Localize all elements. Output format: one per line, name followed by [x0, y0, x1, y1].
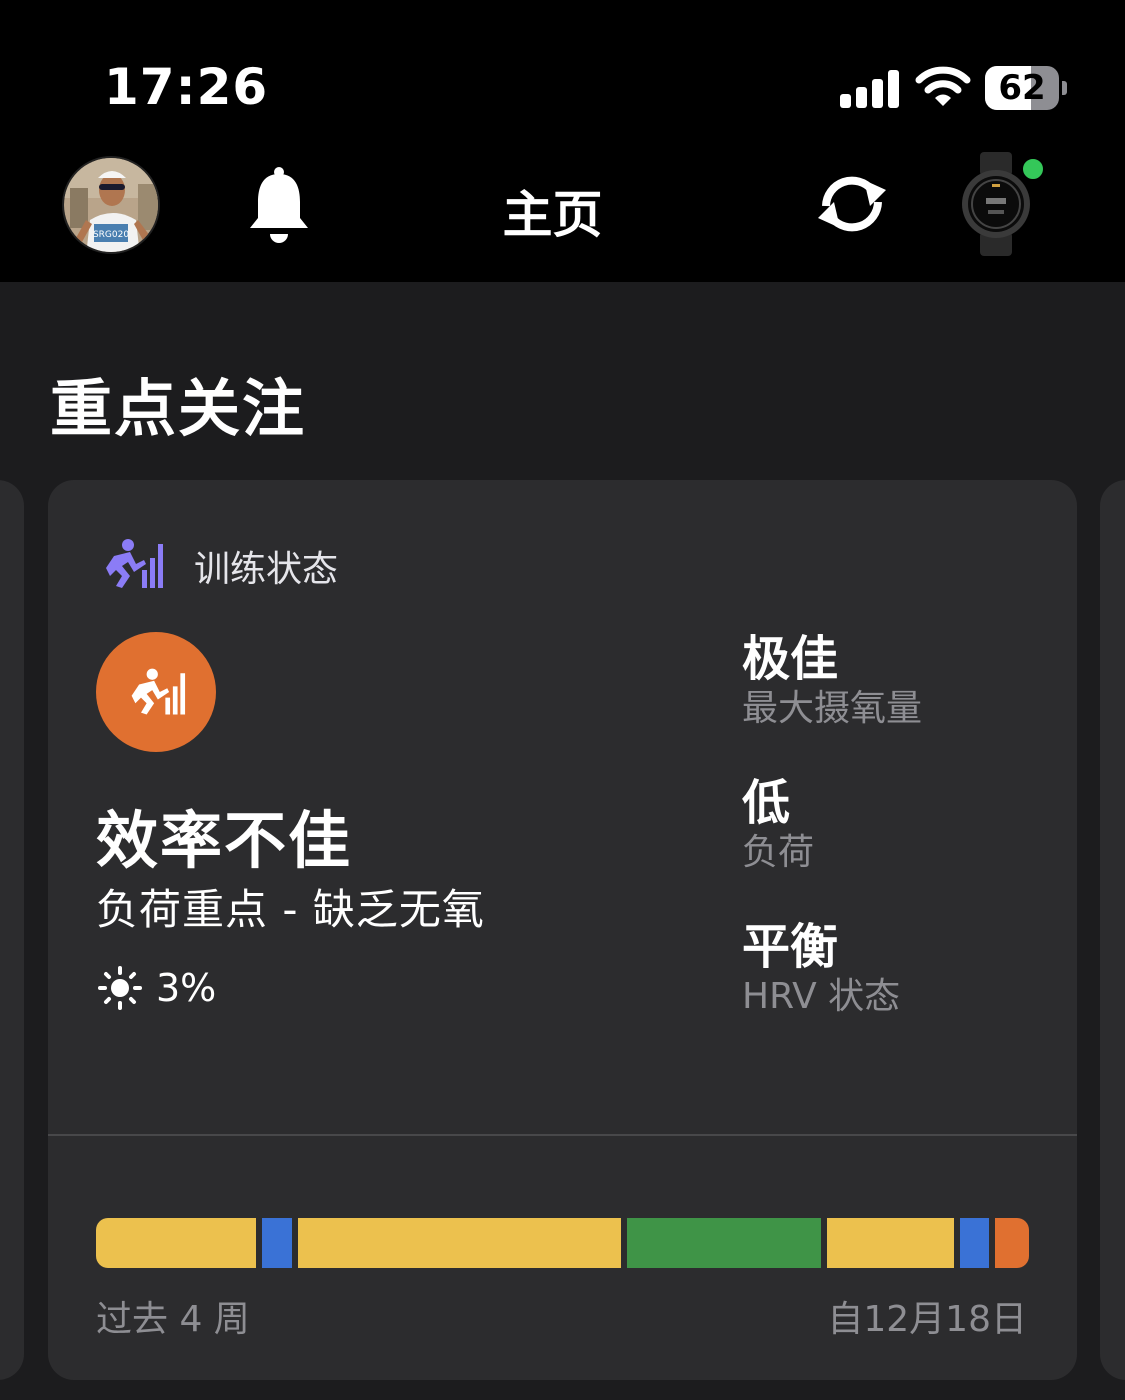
- top-bar: 17:26 62 SRG020 主页: [0, 0, 1125, 282]
- battery-level: 62: [998, 68, 1046, 108]
- previous-card-peek[interactable]: [0, 480, 24, 1380]
- metric-value: 极佳: [742, 631, 839, 687]
- timeline-start-label: 过去 4 周: [96, 1299, 250, 1340]
- status-time: 17:26: [104, 58, 269, 116]
- sync-icon[interactable]: [810, 168, 894, 240]
- svg-text:SRG020: SRG020: [93, 230, 129, 240]
- cellular-signal-icon: [840, 70, 902, 108]
- metric-label: 最大摄氧量: [742, 688, 923, 729]
- metric-value: 低: [742, 775, 791, 831]
- timeline-segment-yellow: [827, 1218, 954, 1268]
- metric-hrv: 平衡 HRV 状态: [742, 920, 900, 1020]
- timeline-end-label: 自12月18日: [827, 1299, 1027, 1340]
- page-title: 主页: [502, 186, 603, 244]
- divider: [48, 1134, 1077, 1136]
- metric-vo2max: 极佳 最大摄氧量: [742, 632, 922, 732]
- metric-load: 低 负荷: [742, 776, 814, 876]
- heat-acclimation-value: 3%: [156, 966, 217, 1010]
- timeline-segment-yellow: [297, 1218, 622, 1268]
- avatar[interactable]: SRG020: [62, 156, 160, 254]
- metric-label: HRV 状态: [742, 976, 901, 1017]
- training-status-detail: 负荷重点 - 缺乏无氧: [96, 885, 485, 934]
- status-timeline: [96, 1218, 1029, 1268]
- bell-icon[interactable]: [244, 166, 314, 246]
- training-status-card[interactable]: 训练状态 效率不佳 负荷重点 - 缺乏无氧 3% 极佳 最大摄氧量 低 负荷 平…: [48, 480, 1077, 1380]
- training-status-value: 效率不佳: [96, 804, 353, 877]
- wifi-icon: [915, 66, 971, 106]
- next-card-peek[interactable]: [1100, 480, 1125, 1380]
- status-badge: [96, 632, 216, 752]
- metric-value: 平衡: [742, 919, 839, 975]
- section-title: 重点关注: [50, 372, 307, 445]
- training-status-badge-icon: [131, 668, 186, 715]
- battery-indicator: 62: [985, 66, 1067, 110]
- timeline-segment-yellow: [96, 1218, 257, 1268]
- metric-label: 负荷: [742, 832, 815, 873]
- timeline-segment-orange: [994, 1218, 1029, 1268]
- timeline-segment-blue: [262, 1218, 292, 1268]
- training-status-icon: [106, 539, 163, 588]
- sun-icon: [98, 966, 142, 1010]
- card-title: 训练状态: [194, 549, 339, 590]
- timeline-segment-blue: [959, 1218, 989, 1268]
- device-connected-indicator: [1020, 156, 1046, 182]
- timeline-segment-green: [627, 1218, 822, 1268]
